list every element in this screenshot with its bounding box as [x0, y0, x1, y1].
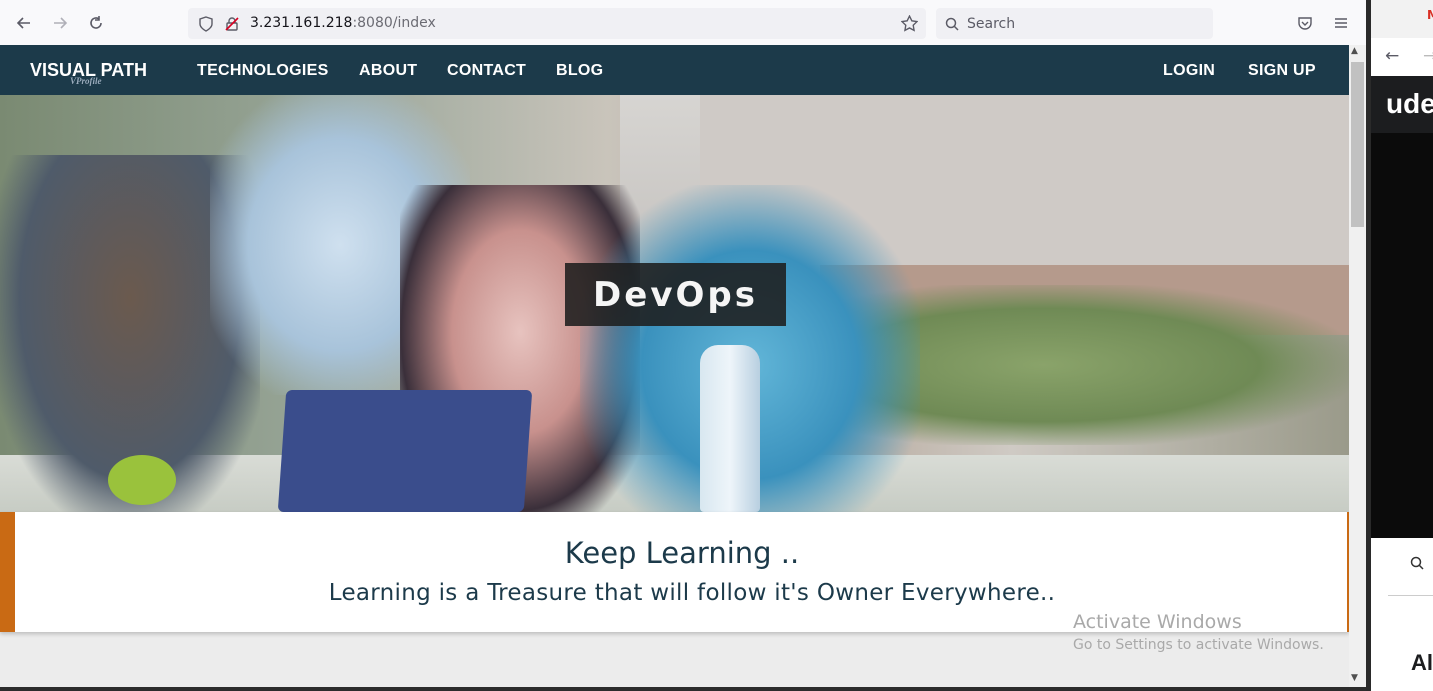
insecure-lock-icon[interactable] — [224, 16, 240, 36]
card-subtitle: Learning is a Treasure that will follow … — [328, 580, 1056, 606]
udemy-divider — [1388, 595, 1433, 596]
nav-contact[interactable]: CONTACT — [447, 62, 526, 80]
udemy-search-icon[interactable] — [1410, 556, 1424, 574]
search-placeholder: Search — [967, 16, 1016, 32]
page-viewport: VISUAL PATH VProfile TECHNOLOGIES ABOUT … — [0, 45, 1349, 691]
menu-icon[interactable] — [1326, 8, 1356, 38]
right-back-icon[interactable]: ← — [1385, 46, 1399, 66]
hero-bottle — [700, 345, 760, 512]
scroll-down-arrow-icon[interactable]: ▼ — [1351, 673, 1358, 683]
udemy-dark-panel — [1371, 133, 1433, 538]
udemy-header: ude — [1371, 76, 1433, 133]
card-accent-left — [0, 512, 15, 632]
nav-login[interactable]: LOGIN — [1163, 62, 1215, 80]
site-navbar: VISUAL PATH VProfile TECHNOLOGIES ABOUT … — [0, 45, 1349, 95]
hero-caption-box: DevOps — [565, 263, 786, 326]
nav-technologies[interactable]: TECHNOLOGIES — [197, 62, 329, 80]
udemy-heading: Al — [1411, 650, 1433, 675]
nav-blog[interactable]: BLOG — [556, 62, 603, 80]
shield-icon[interactable] — [198, 16, 214, 36]
back-icon[interactable] — [9, 8, 39, 38]
right-browser-window: M ← → ude Al — [1366, 0, 1433, 691]
card-title: Keep Learning .. — [564, 536, 800, 570]
url-text[interactable]: 3.231.161.218:8080/index — [250, 15, 436, 31]
activate-windows-title: Activate Windows — [1073, 611, 1242, 633]
reload-icon[interactable] — [81, 8, 111, 38]
search-bar[interactable]: Search — [936, 8, 1213, 39]
udemy-logo[interactable]: ude — [1386, 88, 1433, 120]
hero-caption: DevOps — [593, 275, 758, 315]
hero-apple — [108, 455, 176, 505]
nav-about[interactable]: ABOUT — [359, 62, 417, 80]
hero-laptop — [277, 390, 533, 512]
scrollbar-thumb[interactable] — [1351, 62, 1364, 227]
pocket-icon[interactable] — [1290, 8, 1320, 38]
nav-signup[interactable]: SIGN UP — [1248, 62, 1316, 80]
activate-windows-subtitle: Go to Settings to activate Windows. — [1073, 637, 1324, 653]
hero-image: DevOps — [0, 95, 1349, 512]
search-icon — [945, 16, 959, 35]
gmail-tab-icon[interactable]: M — [1427, 8, 1433, 22]
url-host: 3.231.161.218 — [250, 15, 353, 31]
right-nav-row: ← → — [1371, 38, 1433, 76]
browser-toolbar: 3.231.161.218:8080/index Search — [0, 0, 1366, 46]
right-tab-strip: M — [1371, 0, 1433, 38]
url-port-path: :8080/index — [352, 15, 436, 31]
right-forward-icon[interactable]: → — [1423, 46, 1433, 66]
taskbar-strip — [0, 687, 1366, 691]
bookmark-star-icon[interactable] — [900, 14, 919, 36]
forward-icon[interactable] — [45, 8, 75, 38]
brand-subtitle: VProfile — [70, 76, 102, 86]
scroll-up-arrow-icon[interactable]: ▲ — [1351, 46, 1358, 56]
url-bar[interactable]: 3.231.161.218:8080/index — [188, 8, 926, 39]
